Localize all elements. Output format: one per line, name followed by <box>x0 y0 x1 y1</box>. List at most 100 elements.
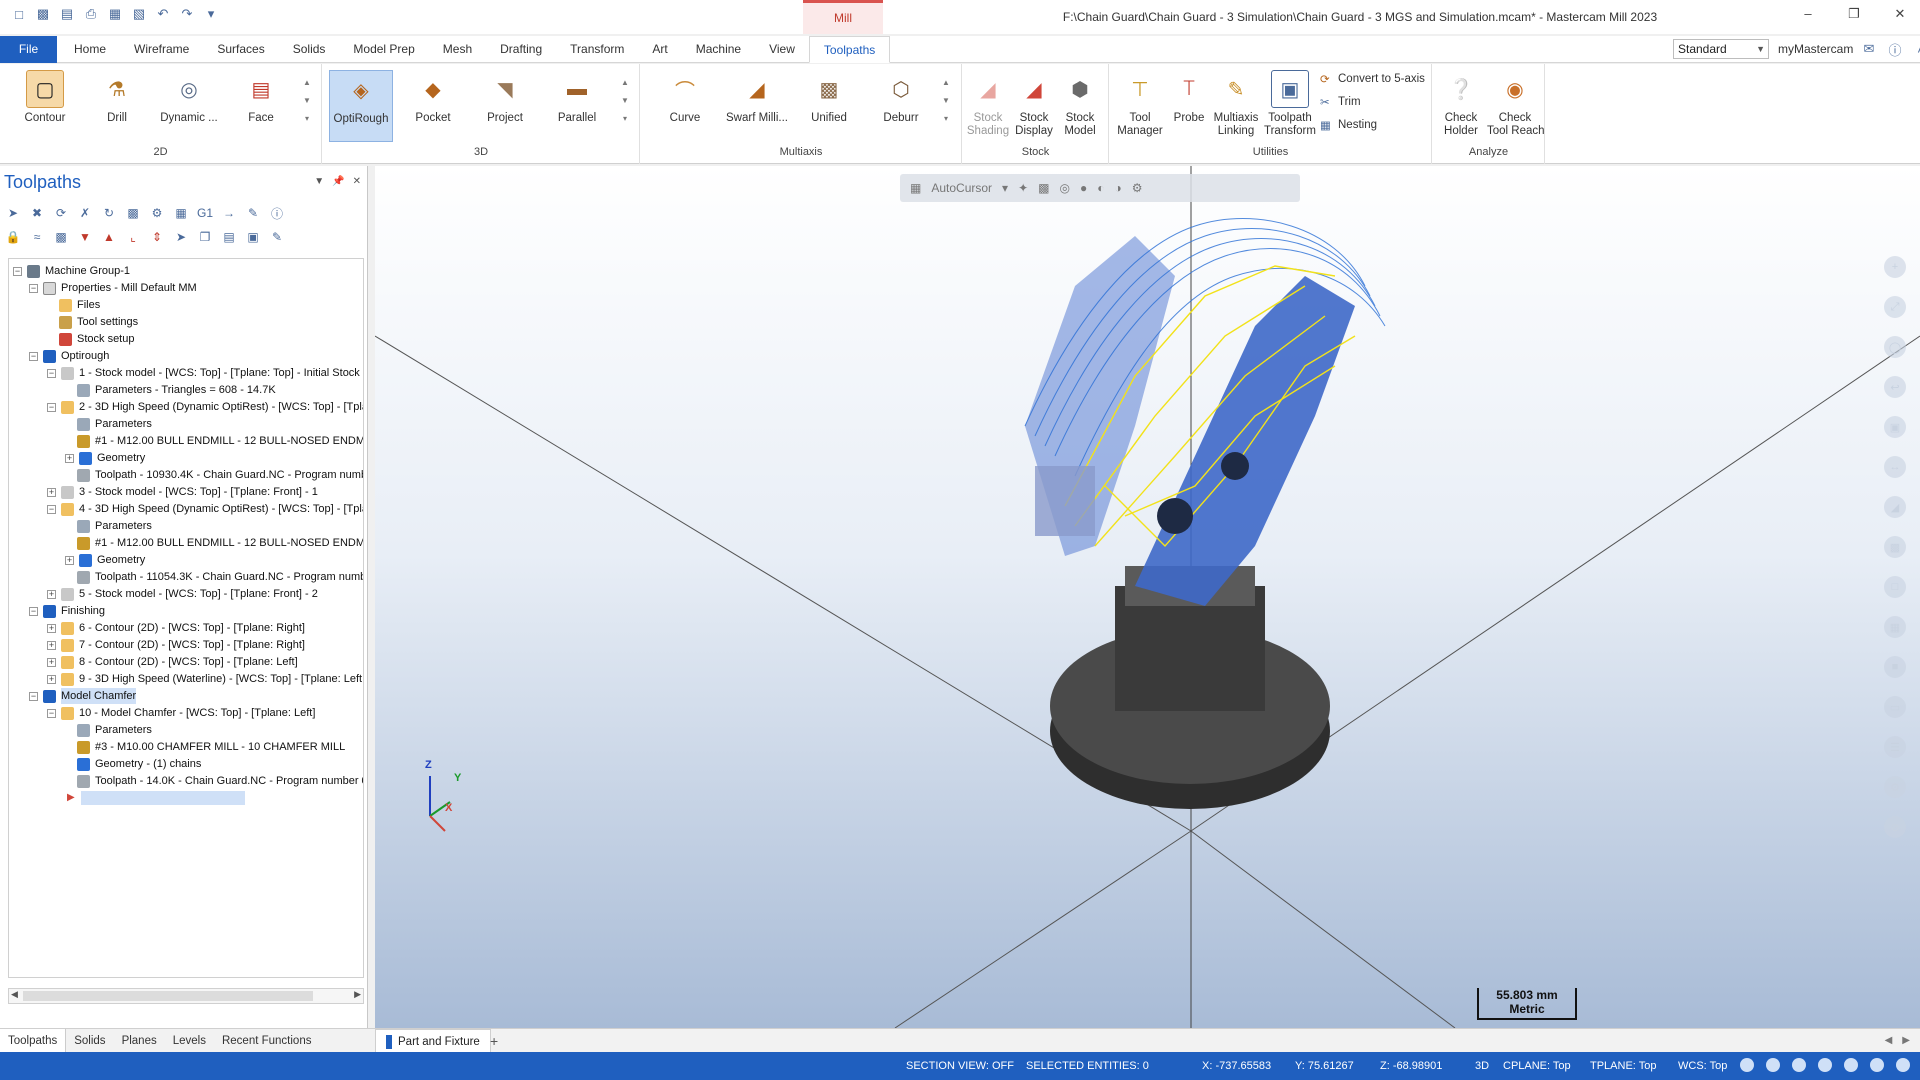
tool-manager-button[interactable]: ⊤ Tool Manager <box>1114 70 1166 138</box>
check-tool-reach-button[interactable]: ◉ Check Tool Reach <box>1487 70 1545 138</box>
bottom-tab-toolpaths[interactable]: Toolpaths <box>0 1029 67 1053</box>
snap-center-icon[interactable]: ◎ <box>1059 181 1069 195</box>
tree-node-finishing[interactable]: − Finishing <box>29 603 105 619</box>
add-viewsheet-button[interactable]: + <box>490 1029 498 1053</box>
tab-wireframe[interactable]: Wireframe <box>120 36 203 63</box>
minimize-icon[interactable]: – <box>1798 4 1818 24</box>
lock-icon[interactable]: 🔒 <box>4 228 22 246</box>
snap-quadrant-icon[interactable]: ◑ <box>1114 181 1121 195</box>
chevron-down-icon[interactable]: ▾ <box>1002 181 1008 195</box>
insert-arrow-icon[interactable]: ⌞ <box>124 228 142 246</box>
fit-icon[interactable]: ⤢ <box>1884 296 1906 318</box>
deselect-icon[interactable]: ✖ <box>28 204 46 222</box>
merge-icon[interactable]: ▧ <box>130 5 148 23</box>
drill-button[interactable]: ⚗ Drill <box>85 70 149 125</box>
tree-node-tool[interactable]: #1 - M12.00 BULL ENDMILL - 12 BULL-NOSED… <box>77 535 363 551</box>
tree-node-parameters[interactable]: Parameters <box>77 518 152 534</box>
collapse-icon[interactable]: − <box>29 691 38 701</box>
pocket-button[interactable]: ◆ Pocket <box>401 70 465 125</box>
file-tab[interactable]: File <box>0 36 57 63</box>
tree-node-insert-arrow[interactable]: ▶ <box>67 790 245 806</box>
collapse-icon[interactable]: − <box>13 266 22 276</box>
collapse-icon[interactable]: − <box>47 368 56 378</box>
tab-transform[interactable]: Transform <box>556 36 638 63</box>
stock-display-button[interactable]: ◢ Stock Display <box>1011 70 1057 138</box>
tree-node-op-10[interactable]: − 10 - Model Chamfer - [WCS: Top] - [Tpla… <box>47 705 315 721</box>
optirough-button[interactable]: ◈ OptiRough <box>329 70 393 142</box>
pin-icon[interactable]: 📌 <box>332 176 344 187</box>
edit-icon[interactable]: ✎ <box>268 228 286 246</box>
verify-icon[interactable]: ▩ <box>124 204 142 222</box>
help-icon[interactable]: ⓘ <box>268 204 286 222</box>
tree-node-stock-setup[interactable]: Stock setup <box>59 331 134 347</box>
stock-model-button[interactable]: ⬢ Stock Model <box>1057 70 1103 138</box>
bottom-tab-solids[interactable]: Solids <box>66 1029 113 1053</box>
print-icon[interactable]: ⎙ <box>82 5 100 23</box>
wcs-status[interactable]: WCS: Top <box>1678 1060 1727 1072</box>
dynamic-rotate-icon[interactable]: ↩ <box>1884 376 1906 398</box>
expand-icon[interactable]: + <box>47 487 56 497</box>
levels-icon[interactable]: ☰ <box>1884 736 1906 758</box>
tree-node-op-6[interactable]: +6 - Contour (2D) - [WCS: Top] - [Tplane… <box>47 620 305 636</box>
regenerate-dirty-icon[interactable]: ✗ <box>76 204 94 222</box>
deburr-button[interactable]: ⬡ Deburr <box>869 70 933 125</box>
collapse-icon[interactable]: − <box>29 283 38 293</box>
section-icon[interactable]: ◢ <box>1884 496 1906 518</box>
stock-shading-button[interactable]: ◢ Stock Shading <box>965 70 1011 138</box>
gallery-scroll-2d[interactable]: ▲ ▼ ▾ <box>302 74 312 128</box>
tree-node-parameters[interactable]: Parameters <box>77 416 152 432</box>
snap-endpoint-icon[interactable]: ● <box>1080 181 1087 195</box>
prev-arrow-icon[interactable]: ◀ <box>1885 1029 1893 1053</box>
tree-node-op-5[interactable]: +5 - Stock model - [WCS: Top] - [Tplane:… <box>47 586 318 602</box>
expand-icon[interactable]: + <box>47 657 56 667</box>
shading-icon[interactable]: ▩ <box>1884 536 1906 558</box>
gallery-scroll-multiaxis[interactable]: ▲ ▼ ▾ <box>941 74 951 128</box>
tree-node-op-2[interactable]: − 2 - 3D High Speed (Dynamic OptiRest) - … <box>47 399 363 415</box>
bottom-tab-recent-functions[interactable]: Recent Functions <box>214 1029 320 1053</box>
toggle-display-icon[interactable]: ≈ <box>28 228 46 246</box>
bottom-tab-planes[interactable]: Planes <box>114 1029 165 1053</box>
clear-icon[interactable]: ⊘ <box>1884 816 1906 838</box>
expand-icon[interactable]: + <box>47 640 56 650</box>
tab-view[interactable]: View <box>755 36 809 63</box>
tree-node-toolpath[interactable]: Toolpath - 10930.4K - Chain Guard.NC - P… <box>77 467 363 483</box>
mymastercam-link[interactable]: myMastercam <box>1778 42 1853 56</box>
display-options-icon[interactable]: ▤ <box>220 228 238 246</box>
post-selected-icon[interactable]: → <box>220 204 238 222</box>
expand-icon[interactable]: + <box>47 623 56 633</box>
tab-model-prep[interactable]: Model Prep <box>339 36 428 63</box>
feedback-icon[interactable]: ✉ <box>1860 40 1878 58</box>
bottom-tab-levels[interactable]: Levels <box>165 1029 214 1053</box>
shading-mode-icon[interactable] <box>1844 1058 1858 1072</box>
unified-button[interactable]: ▩ Unified <box>797 70 861 125</box>
toggle-posting-icon[interactable]: ▩ <box>52 228 70 246</box>
tab-home[interactable]: Home <box>60 36 120 63</box>
multiaxis-linking-button[interactable]: ✎ Multiaxis Linking <box>1210 70 1262 138</box>
z-coordinate[interactable]: Z: -68.98901 <box>1380 1060 1442 1072</box>
toolpath-transform-button[interactable]: ▣ Toolpath Transform <box>1262 70 1318 138</box>
collapse-icon[interactable]: − <box>29 351 38 361</box>
scroll-thumb[interactable] <box>23 991 313 1001</box>
tree-node-geometry[interactable]: Geometry - (1) chains <box>77 756 201 772</box>
tree-node-op-3[interactable]: +3 - Stock model - [WCS: Top] - [Tplane:… <box>47 484 318 500</box>
panel-menu-icon[interactable]: ▼ <box>314 176 324 187</box>
layout-select[interactable]: Standard ▼ <box>1673 39 1769 59</box>
highfeed-icon[interactable]: ✎ <box>244 204 262 222</box>
collapse-icon[interactable]: − <box>29 606 38 616</box>
print-preview-icon[interactable]: ▦ <box>106 5 124 23</box>
swarf-milling-button[interactable]: ◢ Swarf Milli... <box>725 70 789 125</box>
grid-icon[interactable]: ▦ <box>910 181 921 195</box>
undo-icon[interactable]: ↶ <box>154 5 172 23</box>
tab-toolpaths[interactable]: Toolpaths <box>808 36 891 63</box>
tab-solids[interactable]: Solids <box>279 36 340 63</box>
next-arrow-icon[interactable]: ▶ <box>1902 1029 1910 1053</box>
tree-node-toolpath[interactable]: Toolpath - 11054.3K - Chain Guard.NC - P… <box>77 569 363 585</box>
open-icon[interactable]: ▤ <box>58 5 76 23</box>
tree-node-machine-group[interactable]: − Machine Group-1 <box>13 263 130 279</box>
tab-art[interactable]: Art <box>638 36 681 63</box>
tree-node-op-9[interactable]: +9 - 3D High Speed (Waterline) - [WCS: T… <box>47 671 362 687</box>
gallery-scroll-3d[interactable]: ▲ ▼ ▾ <box>620 74 630 128</box>
tplane-status[interactable]: TPLANE: Top <box>1590 1060 1656 1072</box>
cplane-status[interactable]: CPLANE: Top <box>1503 1060 1571 1072</box>
render-icon[interactable] <box>1870 1058 1884 1072</box>
